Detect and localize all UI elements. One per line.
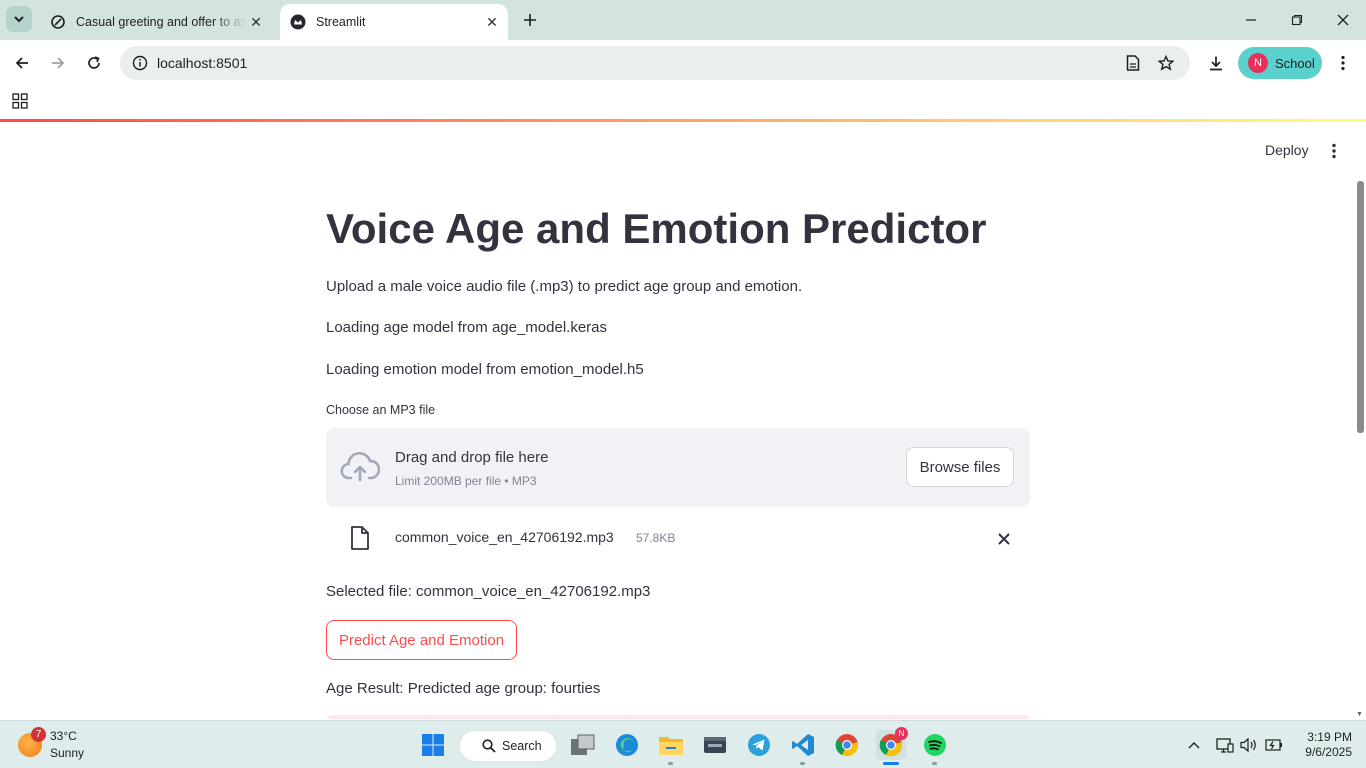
running-indicator	[800, 762, 805, 765]
forward-button[interactable]	[43, 48, 73, 78]
main-menu-button[interactable]	[1322, 139, 1346, 163]
running-indicator	[932, 762, 937, 765]
tab-casual-greeting[interactable]: Casual greeting and offer to assist ✕	[40, 4, 272, 40]
tab-title: Streamlit	[316, 15, 366, 29]
tab-search-button[interactable]	[6, 6, 32, 32]
status-age-model: Loading age model from age_model.keras	[326, 319, 608, 336]
uploaded-file-size: 57.8KB	[636, 531, 676, 545]
bookmark-star-icon[interactable]	[1153, 51, 1179, 75]
active-indicator	[883, 762, 899, 765]
remove-file-button[interactable]	[994, 529, 1014, 549]
chrome-menu-button[interactable]	[1328, 48, 1358, 78]
back-button[interactable]	[7, 48, 37, 78]
uploaded-file-name: common_voice_en_42706192.mp3	[395, 529, 614, 545]
arrow-left-icon	[15, 57, 28, 69]
file-icon	[351, 526, 369, 550]
site-info-icon[interactable]	[128, 51, 152, 75]
header-decoration	[0, 119, 1366, 122]
scrollbar[interactable]	[1357, 181, 1364, 433]
status-emotion-model: Loading emotion model from emotion_model…	[326, 361, 644, 378]
weather-desc: Sunny	[50, 746, 85, 760]
bookmarks-bar	[0, 85, 1366, 119]
dropzone-title: Drag and drop file here	[395, 449, 549, 466]
reload-button[interactable]	[79, 48, 109, 78]
edge-icon[interactable]	[612, 730, 642, 760]
selected-file-text: Selected file: common_voice_en_42706192.…	[326, 583, 651, 600]
tab-streamlit[interactable]: Streamlit ✕	[280, 4, 508, 40]
weather-badge: 7	[31, 727, 46, 742]
chrome-profile-icon[interactable]: N	[876, 727, 908, 760]
search-icon	[482, 739, 496, 753]
close-icon	[998, 533, 1010, 545]
page-icon[interactable]	[1120, 51, 1146, 75]
chat-icon	[50, 14, 66, 30]
apps-grid-icon	[12, 93, 28, 109]
avatar: N	[1248, 53, 1268, 73]
browse-files-button[interactable]: Browse files	[906, 447, 1014, 487]
battery-icon[interactable]	[1259, 730, 1289, 760]
intro-text: Upload a male voice audio file (.mp3) to…	[326, 278, 803, 295]
weather-widget[interactable]: 7 33°C Sunny	[18, 727, 138, 763]
tab-title: Casual greeting and offer to assist	[76, 15, 246, 29]
telegram-icon[interactable]	[744, 730, 774, 760]
task-view-icon[interactable]	[568, 730, 598, 760]
address-bar[interactable]: localhost:8501	[120, 46, 1190, 80]
page-title: Voice Age and Emotion Predictor	[326, 205, 987, 252]
uploaded-file: common_voice_en_42706192.mp3 57.8KB	[326, 519, 1030, 555]
chrome-icon[interactable]	[832, 730, 862, 760]
clock-time: 3:19 PM	[1307, 730, 1352, 744]
kebab-menu-icon	[1341, 55, 1345, 71]
deploy-button[interactable]: Deploy	[1256, 137, 1318, 163]
downloads-button[interactable]	[1201, 48, 1231, 78]
system-clock[interactable]: 3:19 PM 9/6/2025	[1296, 730, 1352, 760]
close-tab-icon[interactable]: ✕	[482, 12, 502, 32]
clock-date: 9/6/2025	[1305, 745, 1352, 759]
reload-icon	[88, 56, 100, 69]
streamlit-crown-icon	[290, 14, 306, 30]
start-button[interactable]	[418, 730, 448, 760]
profile-name: School	[1275, 55, 1315, 71]
kebab-menu-icon	[1332, 143, 1336, 159]
restore-icon	[1291, 14, 1303, 26]
browser-tab-strip: Casual greeting and offer to assist ✕ St…	[0, 0, 1366, 40]
result-box	[326, 715, 1030, 719]
show-hidden-icons-button[interactable]	[1179, 730, 1209, 760]
profile-button[interactable]: N School	[1238, 47, 1322, 79]
browser-toolbar: localhost:8501	[0, 40, 1366, 85]
windows-logo-icon	[422, 734, 444, 756]
search-label: Search	[502, 739, 542, 753]
running-indicator	[668, 762, 673, 765]
close-tab-icon[interactable]: ✕	[246, 12, 266, 32]
taskbar-search[interactable]: Search	[459, 730, 557, 762]
restore-button[interactable]	[1274, 0, 1320, 40]
arrow-right-icon	[52, 57, 65, 69]
close-icon	[1337, 14, 1349, 26]
chevron-up-icon	[1188, 742, 1200, 749]
apps-button[interactable]	[5, 86, 35, 116]
plus-icon	[524, 14, 536, 26]
scroll-down-arrow-icon[interactable]: ▼	[1356, 711, 1363, 718]
file-explorer-icon[interactable]	[656, 730, 686, 760]
age-result-text: Age Result: Predicted age group: fourtie…	[326, 680, 601, 697]
new-tab-button[interactable]	[518, 8, 542, 32]
minimize-icon	[1246, 19, 1256, 21]
spotify-icon[interactable]	[920, 730, 950, 760]
windows-taskbar: 7 33°C Sunny Search N 3:19 PM 9/6/2025	[0, 720, 1366, 768]
weather-temp: 33°C	[50, 729, 77, 743]
chevron-down-icon	[14, 16, 24, 23]
close-window-button[interactable]	[1320, 0, 1366, 40]
chrome-profile-badge: N	[895, 727, 908, 740]
dropzone-limit: Limit 200MB per file • MP3	[395, 474, 537, 488]
file-uploader-label: Choose an MP3 file	[326, 403, 436, 417]
terminal-app-icon[interactable]	[700, 730, 730, 760]
vscode-icon[interactable]	[788, 730, 818, 760]
download-icon	[1210, 56, 1222, 71]
cloud-upload-icon	[340, 452, 380, 482]
minimize-button[interactable]	[1228, 0, 1274, 40]
predict-button[interactable]: Predict Age and Emotion	[326, 620, 517, 660]
url-text[interactable]: localhost:8501	[157, 55, 247, 71]
file-dropzone[interactable]: Drag and drop file here Limit 200MB per …	[326, 428, 1030, 507]
streamlit-app: Deploy ▼ Voice Age and Emotion Predictor…	[0, 119, 1366, 719]
